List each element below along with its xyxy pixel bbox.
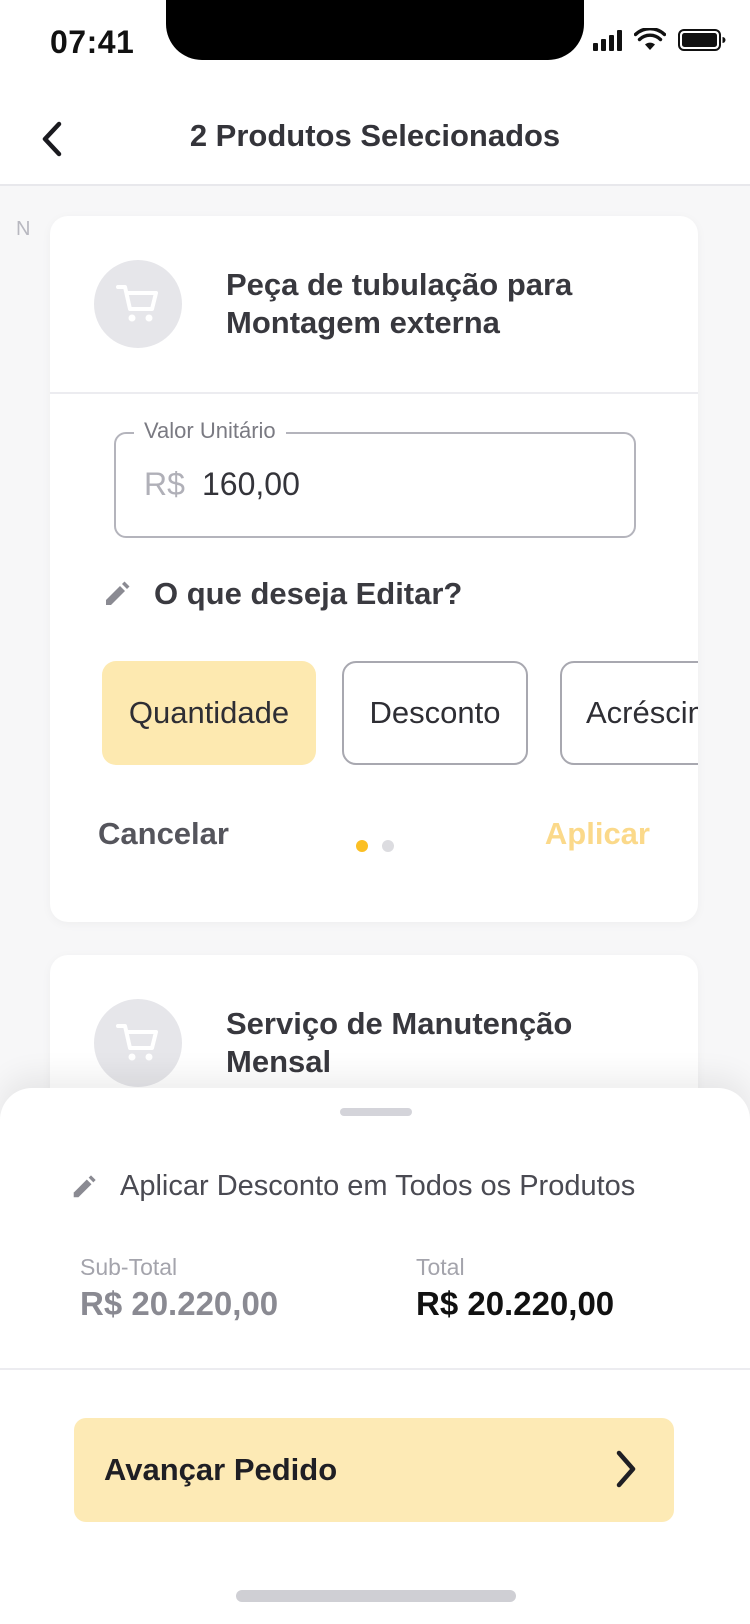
home-indicator[interactable]: [236, 1590, 516, 1602]
subtotal-value: R$ 20.220,00: [80, 1285, 279, 1322]
shopping-cart-icon: [116, 285, 158, 322]
chevron-right-icon: [616, 1450, 636, 1488]
product-header[interactable]: Peça de tubulação para Montagem externa: [50, 216, 698, 394]
nav-header: 2 Produtos Selecionados: [0, 90, 750, 186]
product-card: Peça de tubulação para Montagem externa …: [50, 216, 698, 922]
currency-prefix: R$: [144, 466, 185, 502]
card-divider: [50, 392, 698, 394]
option-acrescimo[interactable]: Acréscimo: [560, 661, 698, 765]
apply-discount-all-button[interactable]: Aplicar Desconto em Todos os Produtos: [70, 1170, 635, 1203]
totals: Sub-Total R$ 20.220,00 Total R$ 20.220,0…: [80, 1254, 700, 1334]
status-bar: 07:41: [0, 0, 750, 90]
unit-price-label: Valor Unitário: [134, 418, 286, 444]
cancel-button[interactable]: Cancelar: [98, 816, 229, 852]
advance-order-button[interactable]: Avançar Pedido: [74, 1418, 674, 1522]
list-index-letter: N: [16, 218, 31, 240]
unit-price-value[interactable]: 160,00: [202, 466, 300, 503]
product-name: Peça de tubulação para Montagem externa: [226, 267, 573, 340]
total-label: Total: [416, 1254, 465, 1280]
status-time: 07:41: [50, 24, 135, 60]
card-actions: Cancelar Aplicar: [50, 796, 698, 876]
device-notch: [166, 0, 584, 60]
pager-dots: [356, 840, 394, 852]
option-desconto[interactable]: Desconto: [342, 661, 528, 765]
cellular-signal-icon: [593, 29, 622, 51]
product-avatar: [94, 260, 182, 348]
apply-button[interactable]: Aplicar: [545, 816, 650, 852]
apply-discount-all-label: Aplicar Desconto em Todos os Produtos: [120, 1170, 636, 1202]
total-block: Total R$ 20.220,00: [416, 1254, 614, 1323]
sheet-grabber[interactable]: [340, 1108, 412, 1116]
edit-prompt-row: O que deseja Editar?: [102, 576, 462, 612]
order-summary-sheet: Aplicar Desconto em Todos os Produtos Su…: [0, 1088, 750, 1624]
edit-options: Quantidade Desconto Acréscimo: [102, 661, 698, 767]
battery-icon: [678, 29, 726, 51]
pager-dot: [382, 840, 394, 852]
subtotal-label: Sub-Total: [80, 1254, 178, 1280]
page-title: 2 Produtos Selecionados: [189, 118, 561, 153]
advance-order-label: Avançar Pedido: [104, 1452, 338, 1487]
unit-price-field[interactable]: Valor Unitário R$ 160,00: [114, 418, 636, 538]
edit-prompt: O que deseja Editar?: [154, 576, 463, 611]
sheet-divider: [0, 1368, 750, 1370]
subtotal-block: Sub-Total R$ 20.220,00: [80, 1254, 278, 1323]
wifi-icon: [634, 28, 666, 50]
pencil-icon: [106, 581, 130, 605]
total-value: R$ 20.220,00: [416, 1285, 615, 1322]
option-quantidade[interactable]: Quantidade: [102, 661, 316, 765]
product-name: Serviço de Manutenção Mensal: [226, 1006, 573, 1079]
product-avatar: [94, 999, 182, 1087]
pager-dot-active: [356, 840, 368, 852]
shopping-cart-icon: [116, 1024, 158, 1061]
status-icons: [593, 28, 726, 52]
pencil-icon: [73, 1174, 96, 1197]
